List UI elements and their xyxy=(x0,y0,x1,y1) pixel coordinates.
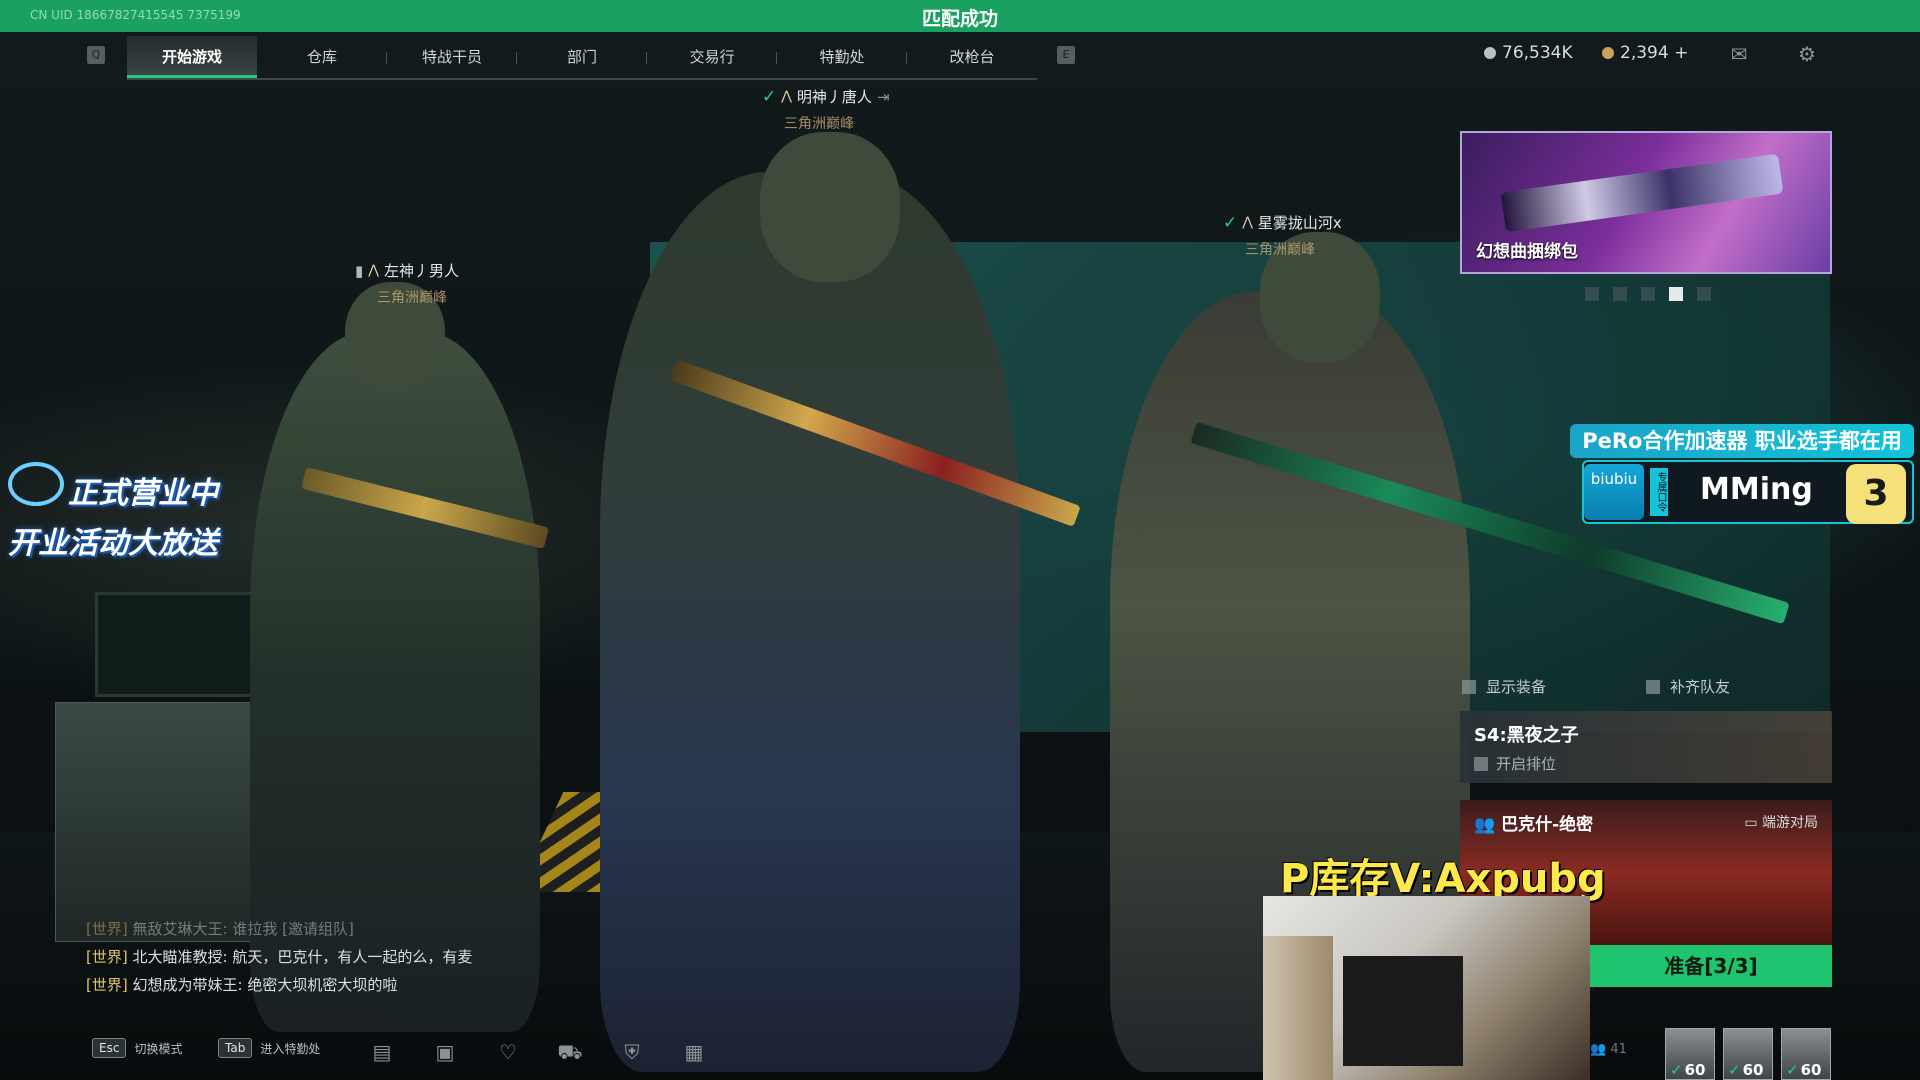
player-rank: 三角洲巅峰 xyxy=(1245,242,1315,258)
pager-dot[interactable] xyxy=(1585,287,1599,301)
store-open-overlay: 正式营业中 开业活动大放送 xyxy=(8,462,218,562)
prev-tab-key[interactable]: Q xyxy=(87,46,105,64)
player-name: 星雾拢山河x xyxy=(1257,214,1342,232)
tab-trading[interactable]: 交易行 xyxy=(647,36,777,78)
ranked-toggle[interactable]: 开启排位 xyxy=(1474,753,1556,774)
mail-icon[interactable]: ✉ xyxy=(1725,42,1753,66)
gift-icon[interactable]: ▣ xyxy=(431,1040,459,1066)
sponsor-headline: PeRo合作加速器 职业选手都在用 xyxy=(1570,424,1914,458)
webcam-feed xyxy=(1263,896,1590,1080)
pager-dot[interactable] xyxy=(1641,287,1655,301)
store-open-line1: 正式营业中 xyxy=(68,476,218,511)
exit-icon: ⇥ xyxy=(876,87,890,106)
player-tag-center[interactable]: ✓ ⋀ 明神丿唐人 ⇥ 三角洲巅峰 xyxy=(762,86,890,133)
shop-cart-icon[interactable]: ⛟ xyxy=(556,1040,584,1066)
match-found-title: 匹配成功 xyxy=(921,8,998,30)
ready-check-icon: ✓ xyxy=(1223,212,1238,233)
fill-team-toggle[interactable]: 补齐队友 xyxy=(1646,676,1730,697)
tab-warehouse[interactable]: 仓库 xyxy=(257,36,387,78)
operator-center xyxy=(600,172,1020,1072)
chat-line: [世界] 幻想成为带妹王: 绝密大坝机密大坝的啦 xyxy=(86,976,398,994)
bundle-promo-card[interactable]: 幻想曲捆绑包 xyxy=(1460,131,1832,274)
promo-pager xyxy=(1585,287,1711,301)
hafcoin-icon xyxy=(1484,47,1496,59)
tab-department[interactable]: 部门 xyxy=(517,36,647,78)
monitor-icon: ▭ xyxy=(1744,815,1762,831)
bundle-rifle-image xyxy=(1500,153,1784,233)
pager-dot[interactable] xyxy=(1697,287,1711,301)
player-name: 明神丿唐人 xyxy=(796,88,872,106)
main-tabs: 开始游戏 仓库 特战干员 部门 交易行 特勤处 改枪台 xyxy=(127,36,1037,80)
chat-line: [世界] 無敌艾琳大王: 谁拉我 [邀请组队] xyxy=(86,920,354,938)
chat-line: [世界] 北大瞄准教授: 航天，巴克什，有人一起的么，有麦 xyxy=(86,948,473,966)
rank-chevron-icon: ⋀ xyxy=(781,89,792,104)
badge-icon[interactable]: ⛨ xyxy=(618,1040,646,1066)
bundle-label: 幻想曲捆绑包 xyxy=(1476,242,1578,262)
biubiu-logo: biubiu xyxy=(1584,464,1644,520)
next-tab-key[interactable]: E xyxy=(1057,46,1075,64)
mic-icon: ▮ xyxy=(355,261,364,280)
sponsor-badge: 3 xyxy=(1846,464,1906,524)
friends-icon: 👥 xyxy=(1590,1042,1611,1057)
sponsor-tag: 专属口令 xyxy=(1650,468,1668,516)
tab-special-ops[interactable]: 特勤处 xyxy=(777,36,907,78)
store-logo-icon xyxy=(8,462,64,506)
switch-mode-hotkey[interactable]: Esc 切换模式 xyxy=(92,1038,182,1058)
team-avatar[interactable]: 60 xyxy=(1723,1028,1773,1080)
sponsor-banner: PeRo合作加速器 职业选手都在用 biubiu 专属口令 MMing 3 xyxy=(1570,424,1914,524)
team-avatar[interactable]: 60 xyxy=(1665,1028,1715,1080)
season-title: S4:黑夜之子 xyxy=(1474,725,1579,746)
player-tag-right[interactable]: ✓ ⋀ 星雾拢山河x 三角洲巅峰 xyxy=(1223,212,1342,259)
rank-chevron-icon: ⋀ xyxy=(1242,215,1253,230)
player-name: 左神丿男人 xyxy=(383,262,459,280)
checkbox[interactable] xyxy=(1646,679,1660,694)
checkbox[interactable] xyxy=(1474,756,1488,771)
hafcoin-balance[interactable]: 76,534K xyxy=(1484,43,1573,63)
shield-heart-icon[interactable]: ♡ xyxy=(494,1040,522,1066)
show-gear-toggle[interactable]: 显示装备 xyxy=(1462,676,1546,697)
premium-coin-icon xyxy=(1602,47,1614,59)
webcam-window xyxy=(1343,956,1463,1066)
checkbox[interactable] xyxy=(1462,679,1476,694)
ready-check-icon: ✓ xyxy=(762,86,777,107)
top-nav: Q 开始游戏 仓库 特战干员 部门 交易行 特勤处 改枪台 E 76,534K … xyxy=(0,32,1920,82)
chat-icon[interactable]: ▤ xyxy=(368,1040,396,1066)
team-avatar[interactable]: 60 xyxy=(1781,1028,1831,1080)
gear-icon[interactable]: ⚙ xyxy=(1793,42,1821,66)
player-rank: 三角洲巅峰 xyxy=(377,290,447,306)
player-tag-left[interactable]: ▮ ⋀ 左神丿男人 三角洲巅峰 xyxy=(355,260,459,307)
store-open-line2: 开业活动大放送 xyxy=(8,526,218,561)
calendar-icon[interactable]: ▦ xyxy=(680,1040,708,1066)
tab-start-game[interactable]: 开始游戏 xyxy=(127,36,257,78)
map-title: 👥 巴克什-绝密 xyxy=(1474,815,1594,835)
mode-type: ▭ 端游对局 xyxy=(1744,815,1818,831)
premium-balance[interactable]: 2,394 + xyxy=(1602,43,1688,63)
pager-dot-active[interactable] xyxy=(1669,287,1683,301)
pager-dot[interactable] xyxy=(1613,287,1627,301)
operator-center-head xyxy=(760,132,900,282)
season-card[interactable]: S4:黑夜之子 开启排位 xyxy=(1460,711,1832,783)
webcam-curtain xyxy=(1263,936,1333,1080)
ready-button[interactable]: 准备[3/3] xyxy=(1590,945,1832,987)
tab-gunsmith[interactable]: 改枪台 xyxy=(907,36,1037,78)
player-rank: 三角洲巅峰 xyxy=(784,116,854,132)
special-ops-hotkey[interactable]: Tab 进入特勤处 xyxy=(218,1038,320,1058)
squad-icon: 👥 xyxy=(1474,815,1502,835)
tab-operators[interactable]: 特战干员 xyxy=(387,36,517,78)
online-friends[interactable]: 👥 41 xyxy=(1590,1042,1627,1057)
world-chat: [世界] 無敌艾琳大王: 谁拉我 [邀请组队] [世界] 北大瞄准教授: 航天，… xyxy=(86,915,472,999)
rank-chevron-icon: ⋀ xyxy=(368,263,379,278)
streamer-name: MMing xyxy=(1700,472,1813,507)
match-found-bar: CN UID 18667827415545 7375199 匹配成功 xyxy=(0,0,1920,32)
